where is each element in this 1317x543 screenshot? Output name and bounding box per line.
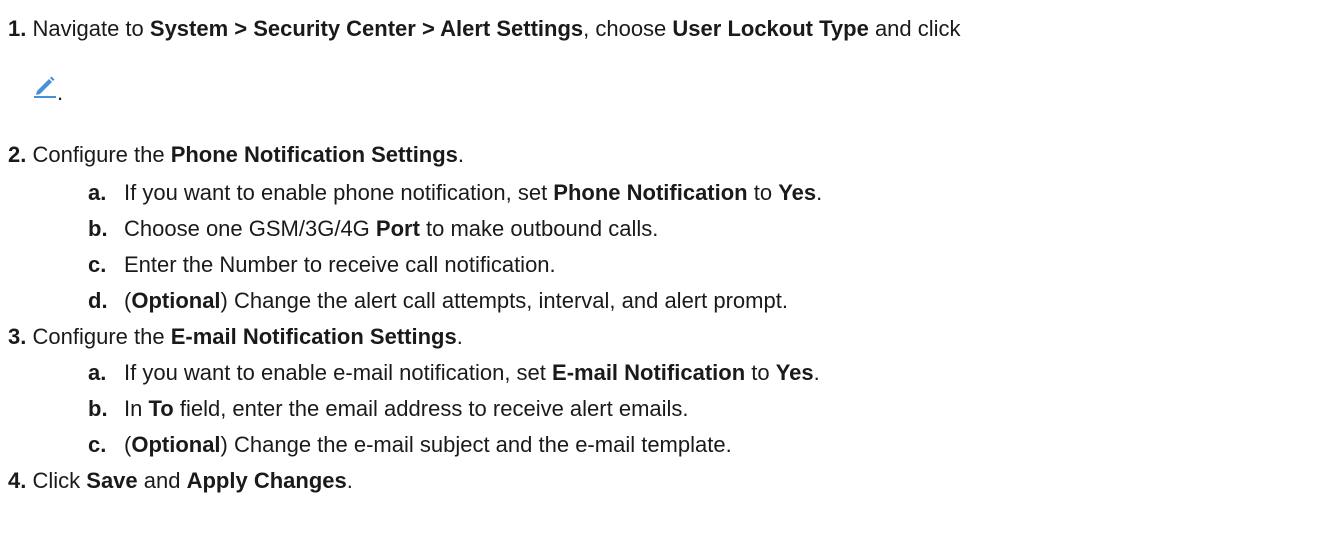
option-name: User Lockout Type bbox=[672, 16, 869, 41]
text-run: . bbox=[813, 360, 820, 385]
step-1: 1. Navigate to System > Security Center … bbox=[8, 16, 961, 42]
text-run: to bbox=[745, 360, 776, 385]
optional-tag: Optional bbox=[131, 288, 221, 313]
instruction-document: 1. Navigate to System > Security Center … bbox=[0, 0, 1317, 543]
section-name: Phone Notification Settings bbox=[170, 142, 458, 167]
text-run: to bbox=[747, 180, 779, 205]
text-run: and bbox=[137, 468, 187, 493]
text-run: . bbox=[457, 142, 465, 167]
substep-2d: (Optional) Change the alert call attempt… bbox=[124, 288, 788, 314]
step-3: 3. Configure the E-mail Notification Set… bbox=[8, 324, 463, 350]
field-name: To bbox=[148, 396, 174, 421]
step-2: 2. Configure the Phone Notification Sett… bbox=[8, 142, 464, 168]
substep-3a: If you want to enable e-mail notificatio… bbox=[124, 360, 820, 386]
text-run: Configure the bbox=[32, 324, 171, 349]
text-run: . bbox=[456, 324, 463, 349]
substep-2a: If you want to enable phone notification… bbox=[124, 180, 822, 206]
text-run: Choose one GSM/3G/4G bbox=[124, 216, 376, 241]
step-text: Configure the E-mail Notification Settin… bbox=[32, 324, 462, 349]
optional-tag: Optional bbox=[131, 432, 221, 457]
step-number: 2. bbox=[8, 142, 27, 167]
text-run: Enter the Number to receive call notific… bbox=[124, 252, 556, 277]
text-run: If you want to enable phone notification… bbox=[124, 180, 554, 205]
button-name: Save bbox=[86, 468, 138, 493]
text-run: ) Change the alert call attempts, interv… bbox=[220, 288, 788, 313]
text-run: In bbox=[124, 396, 149, 421]
step-number: 4. bbox=[8, 468, 27, 493]
text-run: . bbox=[816, 180, 823, 205]
substep-3b: In To field, enter the email address to … bbox=[124, 396, 689, 422]
text-run: field, enter the email address to receiv… bbox=[173, 396, 689, 421]
field-name: Port bbox=[375, 216, 420, 241]
substep-label: c. bbox=[88, 252, 107, 277]
text-run: , choose bbox=[583, 16, 673, 41]
step-text: Click Save and Apply Changes. bbox=[32, 468, 352, 493]
button-name: Apply Changes bbox=[186, 468, 347, 493]
substep-2c: Enter the Number to receive call notific… bbox=[124, 252, 556, 278]
text-run: Configure the bbox=[32, 142, 171, 167]
substep-label: b. bbox=[88, 216, 108, 241]
substep-label: d. bbox=[88, 288, 108, 313]
text-run: If you want to enable e-mail notificatio… bbox=[124, 360, 553, 385]
step-4: 4. Click Save and Apply Changes. bbox=[8, 468, 353, 494]
step-number: 3. bbox=[8, 324, 27, 349]
substep-3c: (Optional) Change the e-mail subject and… bbox=[124, 432, 732, 458]
text-run: Navigate to bbox=[32, 16, 150, 41]
text-run: to make outbound calls. bbox=[419, 216, 659, 241]
substep-label: b. bbox=[88, 396, 108, 421]
step-text: Navigate to System > Security Center > A… bbox=[32, 16, 960, 41]
substep-label: c. bbox=[88, 432, 107, 457]
field-value: Yes bbox=[778, 180, 817, 205]
field-name: E-mail Notification bbox=[552, 360, 746, 385]
step-number: 1. bbox=[8, 16, 27, 41]
substep-label: a. bbox=[88, 360, 107, 385]
substep-2b: Choose one GSM/3G/4G Port to make outbou… bbox=[124, 216, 658, 242]
text-run: Click bbox=[32, 468, 87, 493]
substep-label: a. bbox=[88, 180, 107, 205]
field-name: Phone Notification bbox=[553, 180, 748, 205]
step-text: Configure the Phone Notification Setting… bbox=[32, 142, 464, 167]
text-run: . bbox=[346, 468, 353, 493]
menu-path: System > Security Center > Alert Setting… bbox=[149, 16, 584, 41]
text-run: ) Change the e-mail subject and the e-ma… bbox=[220, 432, 732, 457]
field-value: Yes bbox=[775, 360, 814, 385]
step-1-period: . bbox=[57, 80, 64, 105]
section-name: E-mail Notification Settings bbox=[170, 324, 457, 349]
text-run: and click bbox=[868, 16, 961, 41]
pencil-edit-icon bbox=[34, 76, 56, 98]
